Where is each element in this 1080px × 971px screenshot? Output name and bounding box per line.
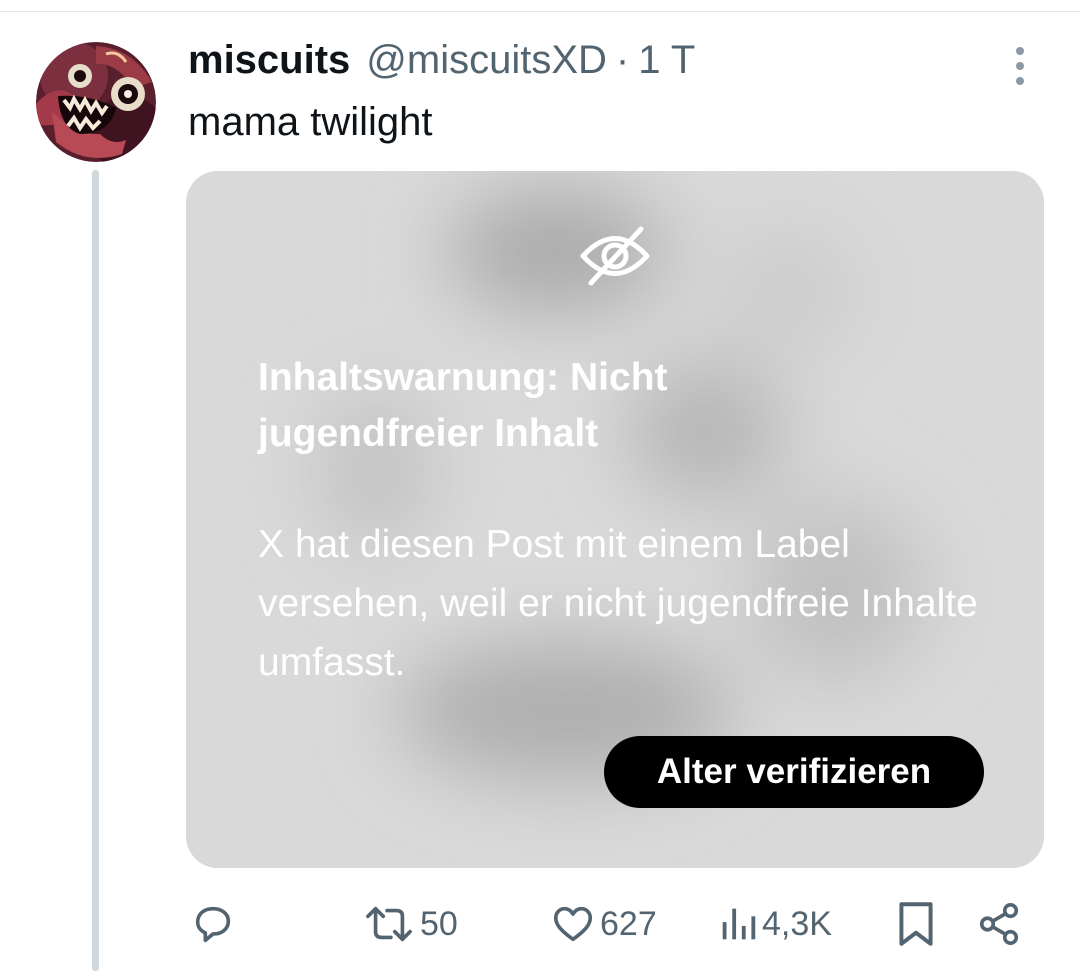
share-button[interactable] [976, 895, 1022, 953]
eye-slash-icon [580, 226, 650, 286]
display-name[interactable]: miscuits [188, 38, 350, 83]
more-dot-icon [1016, 77, 1024, 85]
views-count: 4,3K [762, 904, 832, 943]
content-warning-body: X hat diesen Post mit einem Label verseh… [258, 523, 978, 684]
views-button[interactable]: 4,3K [718, 895, 832, 953]
tweet-text: mama twilight [188, 100, 433, 144]
bookmark-icon [899, 902, 933, 946]
verify-age-button[interactable]: Alter verifizieren [604, 736, 984, 808]
timestamp[interactable]: 1 T [638, 38, 695, 83]
tweet-view: miscuits @miscuitsXD · 1 T mama twilight [0, 0, 1080, 971]
tweet-header: miscuits @miscuitsXD · 1 T [188, 38, 695, 88]
user-handle[interactable]: @miscuitsXD [366, 38, 607, 83]
bookmark-button[interactable] [893, 895, 939, 953]
reply-button[interactable] [190, 895, 236, 953]
more-dot-icon [1016, 62, 1024, 70]
views-icon [722, 908, 756, 940]
thread-line [92, 170, 99, 971]
like-count: 627 [600, 904, 657, 943]
reply-icon [195, 906, 231, 943]
content-warning-title: Inhaltswarnung: Nicht jugendfreier Inhal… [258, 356, 668, 455]
repost-count: 50 [420, 904, 458, 943]
avatar[interactable] [36, 42, 156, 162]
share-icon [979, 903, 1019, 945]
divider [0, 11, 1080, 12]
more-dot-icon [1016, 47, 1024, 55]
more-options-button[interactable] [1000, 44, 1040, 88]
repost-icon [366, 906, 412, 942]
repost-button[interactable]: 50 [362, 895, 458, 953]
heart-icon [553, 906, 593, 942]
separator-dot: · [615, 38, 630, 82]
like-button[interactable]: 627 [550, 895, 657, 953]
cartoon-face-avatar-icon [36, 42, 156, 162]
